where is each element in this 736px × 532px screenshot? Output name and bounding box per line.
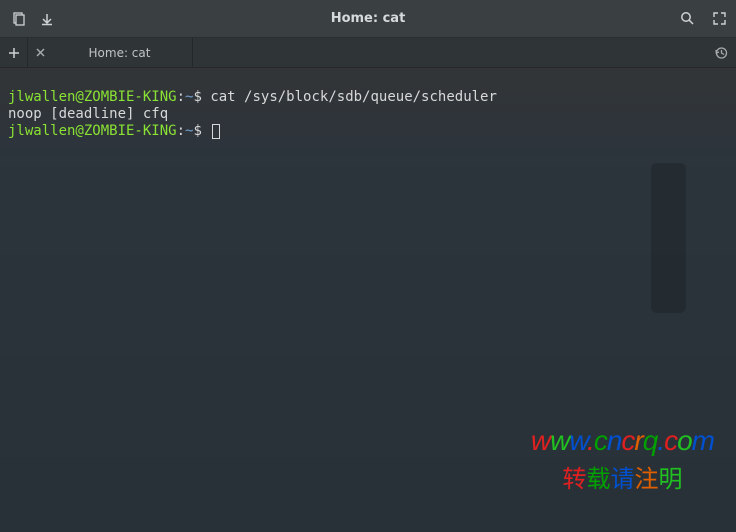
history-icon[interactable] [714,46,728,60]
titlebar-right [680,11,726,26]
titlebar-left [0,12,54,26]
prompt-user: jlwallen@ZOMBIE-KING [8,123,177,139]
prompt-symbol: $ [193,89,201,105]
tab-label: Home: cat [55,46,184,60]
prompt-user: jlwallen@ZOMBIE-KING [8,89,177,105]
prompt-sep: : [177,123,185,139]
command-text: cat /sys/block/sdb/queue/scheduler [210,89,497,105]
close-tab-icon[interactable] [36,46,45,60]
maximize-icon[interactable] [713,12,726,25]
copy-icon[interactable] [12,12,26,26]
terminal-body[interactable]: jlwallen@ZOMBIE-KING:~$ cat /sys/block/s… [0,68,736,532]
terminal-window: Home: cat Home: cat jlwallen@ZOMBIE-KING… [0,0,736,532]
window-titlebar[interactable]: Home: cat [0,0,736,38]
command-output: noop [deadline] cfq [8,106,168,122]
window-title: Home: cat [0,11,736,26]
background-object [651,163,686,313]
prompt-symbol: $ [193,123,201,139]
terminal-cursor [212,124,220,139]
tab-bar: Home: cat [0,38,736,68]
tabbar-right [714,38,728,67]
paste-icon[interactable] [40,12,54,26]
new-tab-button[interactable] [0,38,28,67]
search-icon[interactable] [680,11,695,26]
tab-home-cat[interactable]: Home: cat [28,38,193,67]
prompt-sep: : [177,89,185,105]
